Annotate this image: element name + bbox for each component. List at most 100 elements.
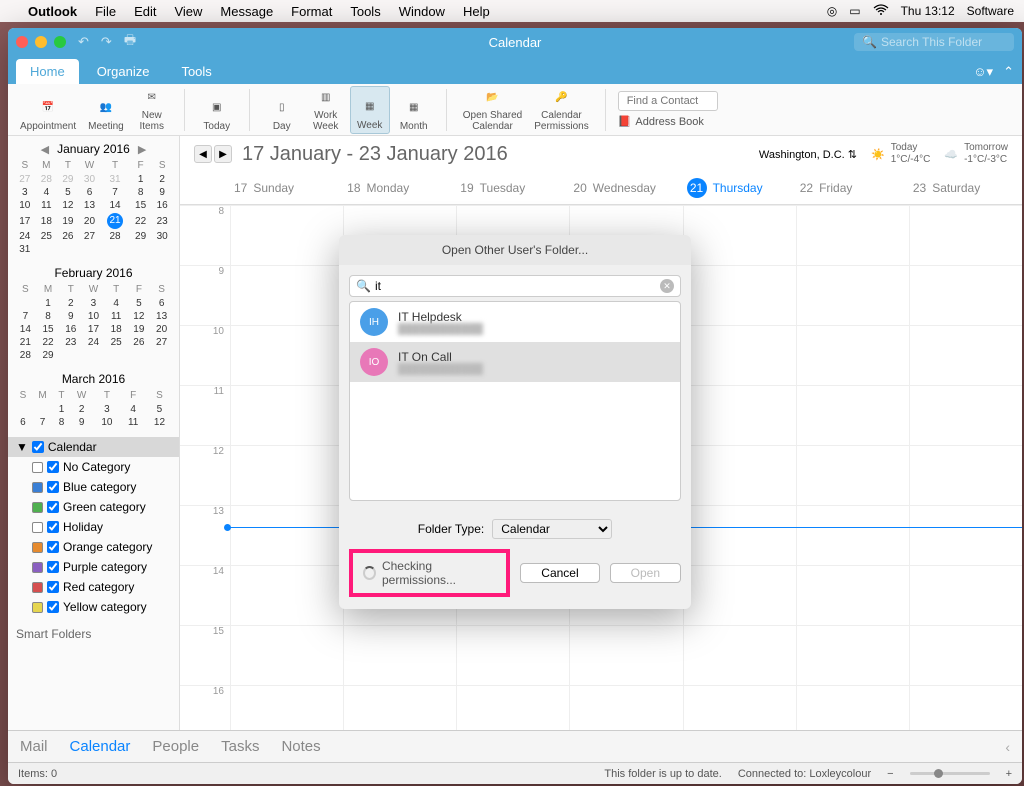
nav-notes[interactable]: Notes	[281, 738, 320, 755]
mini-cal-day[interactable]: 31	[100, 173, 130, 186]
mini-cal-day[interactable]: 11	[120, 416, 146, 429]
mini-cal-day[interactable]: 8	[37, 310, 60, 323]
nav-people[interactable]: People	[152, 738, 199, 755]
mini-cal-day[interactable]	[150, 349, 173, 362]
mini-cal-day[interactable]: 5	[57, 186, 79, 199]
calendar-tree-root[interactable]: ▼ Calendar	[8, 437, 179, 457]
redo-button[interactable]: ↷	[101, 34, 112, 50]
mini-cal-day[interactable]: 1	[53, 403, 70, 416]
meeting-button[interactable]: 👥Meeting	[84, 86, 128, 134]
calendar-checkbox[interactable]	[32, 441, 44, 453]
mini-cal-day[interactable]: 7	[32, 416, 53, 429]
mini-cal-day[interactable]: 2	[70, 403, 94, 416]
zoom-out-button[interactable]: −	[887, 768, 893, 780]
mini-cal-day[interactable]: 27	[79, 230, 101, 243]
mini-cal-day[interactable]: 5	[146, 403, 173, 416]
zoom-in-button[interactable]: +	[1006, 768, 1012, 780]
category-checkbox[interactable]	[47, 501, 59, 513]
next-month-icon[interactable]: ▶	[138, 143, 146, 156]
mini-cal-day[interactable]: 11	[36, 199, 58, 212]
maximize-window-button[interactable]	[54, 36, 66, 48]
collapse-ribbon-icon[interactable]: ⌃	[1003, 64, 1014, 80]
mini-cal-day[interactable]: 3	[82, 297, 105, 310]
mini-cal-day[interactable]: 2	[151, 173, 173, 186]
mini-cal-day[interactable]: 16	[59, 323, 82, 336]
today-button[interactable]: ▣Today	[197, 86, 237, 134]
menu-view[interactable]: View	[174, 4, 202, 19]
appointment-button[interactable]: 📅Appointment	[16, 86, 80, 134]
menubar-clock[interactable]: Thu 13:12	[901, 4, 955, 18]
mini-cal-day[interactable]: 20	[150, 323, 173, 336]
mini-cal-day[interactable]: 4	[36, 186, 58, 199]
mini-cal-day[interactable]: 13	[150, 310, 173, 323]
mini-cal-day[interactable]: 18	[105, 323, 128, 336]
category-item[interactable]: Holiday	[8, 517, 179, 537]
menu-message[interactable]: Message	[220, 4, 273, 19]
mini-cal-day[interactable]: 28	[14, 349, 37, 362]
mini-cal-day[interactable]: 26	[57, 230, 79, 243]
mini-cal-day[interactable]: 13	[79, 199, 101, 212]
week-view-button[interactable]: ▦Week	[350, 86, 390, 134]
mini-cal-day[interactable]	[14, 403, 32, 416]
mini-cal-day[interactable]: 30	[151, 230, 173, 243]
menu-window[interactable]: Window	[399, 4, 445, 19]
tab-home[interactable]: Home	[16, 59, 79, 84]
mini-cal-day[interactable]	[105, 349, 128, 362]
open-shared-calendar-button[interactable]: 📂Open Shared Calendar	[459, 86, 527, 134]
minimize-window-button[interactable]	[35, 36, 47, 48]
nav-tasks[interactable]: Tasks	[221, 738, 259, 755]
menu-file[interactable]: File	[95, 4, 116, 19]
category-checkbox[interactable]	[47, 601, 59, 613]
mini-cal-day[interactable]: 18	[36, 212, 58, 230]
mini-cal-day[interactable]: 3	[14, 186, 36, 199]
mini-cal-day[interactable]: 22	[130, 212, 152, 230]
category-item[interactable]: Purple category	[8, 557, 179, 577]
mini-cal-day[interactable]: 27	[150, 336, 173, 349]
category-checkbox[interactable]	[47, 581, 59, 593]
mini-cal-day[interactable]: 25	[105, 336, 128, 349]
mini-cal-day[interactable]: 4	[120, 403, 146, 416]
mini-cal-day[interactable]: 31	[14, 243, 36, 256]
mini-cal-day[interactable]	[128, 349, 151, 362]
mini-cal-day[interactable]: 16	[151, 199, 173, 212]
address-book-button[interactable]: 📕Address Book	[618, 115, 718, 128]
category-item[interactable]: Red category	[8, 577, 179, 597]
mini-cal-day[interactable]	[130, 243, 152, 256]
sync-icon[interactable]: ◎	[827, 4, 837, 18]
category-checkbox[interactable]	[47, 461, 59, 473]
day-column-header[interactable]: 18Monday	[343, 172, 456, 204]
mini-cal-day[interactable]: 27	[14, 173, 36, 186]
day-column-header[interactable]: 19Tuesday	[456, 172, 569, 204]
prev-month-icon[interactable]: ◀	[41, 143, 49, 156]
close-window-button[interactable]	[16, 36, 28, 48]
mini-cal-day[interactable]: 9	[70, 416, 94, 429]
menu-help[interactable]: Help	[463, 4, 490, 19]
mini-cal-day[interactable]: 5	[128, 297, 151, 310]
mini-cal-day[interactable]: 6	[14, 416, 32, 429]
mini-cal-day[interactable]	[100, 243, 130, 256]
mini-cal-day[interactable]: 9	[151, 186, 173, 199]
month-view-button[interactable]: ▦Month	[394, 86, 434, 134]
mini-cal-day[interactable]: 9	[59, 310, 82, 323]
prev-week-button[interactable]: ◀	[194, 145, 212, 163]
mini-cal-day[interactable]: 25	[36, 230, 58, 243]
tab-tools[interactable]: Tools	[167, 59, 225, 84]
zoom-slider[interactable]	[910, 772, 990, 775]
weather-location[interactable]: Washington, D.C. ⇅	[759, 148, 857, 161]
category-checkbox[interactable]	[47, 481, 59, 493]
mini-cal-day[interactable]	[36, 243, 58, 256]
mini-cal-day[interactable]: 15	[130, 199, 152, 212]
category-item[interactable]: Green category	[8, 497, 179, 517]
disclosure-triangle-icon[interactable]: ▼	[16, 440, 28, 454]
category-item[interactable]: Orange category	[8, 537, 179, 557]
undo-button[interactable]: ↶	[78, 34, 89, 50]
work-week-view-button[interactable]: ▥Work Week	[306, 86, 346, 134]
mini-cal-day[interactable]: 3	[93, 403, 120, 416]
account-icon[interactable]: ☺▾	[973, 64, 993, 80]
mini-cal-day[interactable]: 21	[14, 336, 37, 349]
mini-cal-day[interactable]: 12	[57, 199, 79, 212]
mini-cal-day[interactable]: 12	[146, 416, 173, 429]
mini-cal-day[interactable]	[14, 297, 37, 310]
menu-tools[interactable]: Tools	[350, 4, 380, 19]
day-column-header[interactable]: 17Sunday	[230, 172, 343, 204]
